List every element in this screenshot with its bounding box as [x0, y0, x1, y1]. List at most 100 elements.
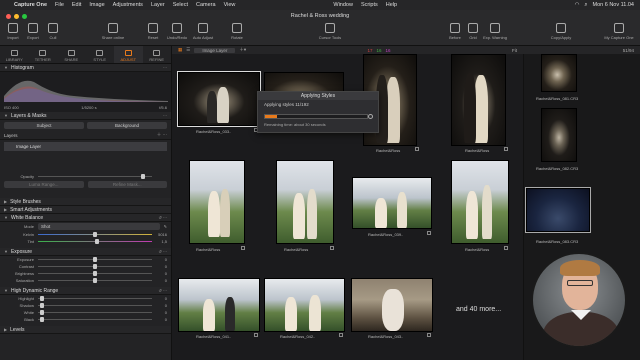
checkbox-041[interactable] [254, 333, 258, 337]
menu-camera[interactable]: Camera [196, 2, 216, 8]
thumbnail-040[interactable] [451, 160, 509, 244]
exposure-warning-button[interactable]: Exp. Warning [483, 23, 507, 40]
smart-adjustments-header[interactable]: ▶ Smart Adjustments [0, 206, 171, 214]
tag-count-red[interactable]: 17 [368, 48, 373, 53]
thumbnail-037[interactable] [189, 160, 245, 244]
menu-image[interactable]: Image [89, 2, 104, 8]
white-slider[interactable]: White 0 [0, 309, 171, 316]
shadow-slider[interactable]: Shadow 0 [0, 302, 171, 309]
menu-select[interactable]: Select [173, 2, 188, 8]
kelvin-slider[interactable]: Kelvin 5016 [0, 231, 171, 238]
checkbox-036[interactable] [504, 147, 508, 151]
refine-mask-button[interactable]: Refine Mask... [87, 181, 167, 188]
checkbox-035[interactable] [415, 147, 419, 151]
checkbox-040[interactable] [504, 246, 508, 250]
viewer-thumb-082[interactable] [541, 108, 577, 162]
exposure-header[interactable]: ▼ Exposure ↺ ⋯ [0, 248, 171, 256]
viewer-thumb-083[interactable] [525, 187, 591, 233]
highlight-slider[interactable]: Highlight 0 [0, 295, 171, 302]
white-balance-header[interactable]: ▼ White Balance ↺ ⋯ [0, 214, 171, 222]
viewer-thumb-081[interactable] [541, 54, 577, 92]
checkbox-037[interactable] [241, 246, 245, 250]
tag-count-green[interactable]: 16 [377, 48, 382, 53]
tag-count-purple[interactable]: 16 [386, 48, 391, 53]
tab-adjust[interactable]: ADJUST [114, 46, 143, 63]
thumbnail-043[interactable] [351, 278, 433, 332]
search-icon[interactable]: ⌕ [584, 2, 587, 9]
kelvin-knob[interactable] [92, 232, 97, 237]
tint-knob[interactable] [95, 239, 99, 244]
menu-help[interactable]: Help [386, 2, 397, 8]
menu-app-name[interactable]: Capture One [14, 2, 47, 8]
brightness-slider[interactable]: Brightness 0 [0, 270, 171, 277]
wb-tools[interactable]: ↺ ⋯ [159, 215, 171, 220]
menu-edit[interactable]: Edit [72, 2, 81, 8]
image-layer-item[interactable]: Image Layer [4, 142, 167, 151]
subject-mask-button[interactable]: Subject [4, 122, 84, 129]
checkbox-042[interactable] [339, 333, 343, 337]
thumbnail-042[interactable] [264, 278, 345, 332]
exposure-tools[interactable]: ↺ ⋯ [159, 249, 171, 254]
layers-icon[interactable]: ☰ [186, 47, 190, 53]
eyedropper-icon[interactable]: ✎ [164, 224, 167, 229]
checkbox-043[interactable] [427, 333, 431, 337]
histogram-tools[interactable]: ⋯ [163, 65, 171, 70]
thumbnail-041[interactable] [178, 278, 260, 332]
layers-tools[interactable]: ⋯ [163, 113, 171, 118]
reset-button[interactable]: Reset [142, 23, 164, 40]
import-button[interactable]: Import [2, 23, 24, 40]
tint-slider[interactable]: Tint 1,5 [0, 238, 171, 245]
opacity-knob[interactable] [140, 174, 145, 179]
tab-library[interactable]: LIBRARY [0, 46, 29, 63]
my-capture-one-button[interactable]: My Capture One [604, 23, 634, 40]
wb-mode-row: Mode Shot ✎ [23, 223, 167, 230]
levels-header[interactable]: ▶ Levels [0, 326, 171, 334]
layer-tools-icon[interactable]: ＋ ⋯ [157, 132, 167, 138]
grid-button[interactable]: Grid [462, 23, 484, 40]
export-button[interactable]: Export [22, 23, 44, 40]
menu-scripts[interactable]: Scripts [361, 2, 378, 8]
luma-range-button[interactable]: Luma Range... [4, 181, 84, 188]
thumbnail-038[interactable] [276, 160, 334, 244]
wb-mode-select[interactable]: Shot [38, 223, 160, 230]
share-online-button[interactable]: Share online [102, 23, 124, 40]
tab-refine[interactable]: REFINE [143, 46, 172, 63]
undo-redo-button[interactable]: Undo/Redo [166, 23, 188, 40]
thumbnail-039[interactable] [352, 177, 432, 229]
cancel-icon[interactable] [368, 114, 373, 119]
menu-adjustments[interactable]: Adjustments [113, 2, 143, 8]
contrast-slider[interactable]: Contrast 0 [0, 263, 171, 270]
rotate-button[interactable]: Rotate [226, 23, 248, 40]
checkbox-038[interactable] [330, 246, 334, 250]
hdr-tools[interactable]: ↺ ⋯ [159, 288, 171, 293]
thumbnail-033[interactable] [177, 71, 261, 127]
opacity-slider[interactable]: Opacity [0, 173, 171, 180]
menu-view[interactable]: View [224, 2, 236, 8]
thumbnail-036[interactable] [451, 54, 506, 146]
background-mask-button[interactable]: Background [87, 122, 167, 129]
black-slider[interactable]: Black 0 [0, 316, 171, 323]
exposure-slider[interactable]: Exposure 0 [0, 256, 171, 263]
menu-window[interactable]: Window [333, 2, 353, 8]
hdr-header[interactable]: ▼ High Dynamic Range ↺ ⋯ [0, 287, 171, 295]
cursor-tools[interactable]: Cursor Tools [315, 23, 345, 40]
auto-adjust-button[interactable]: Auto Adjust [192, 23, 214, 40]
cull-button[interactable]: Cull [42, 23, 64, 40]
histogram-header[interactable]: ▼ Histogram ⋯ [0, 64, 171, 72]
checkbox-039[interactable] [427, 231, 431, 235]
zoom-fit[interactable]: Fit [512, 48, 523, 53]
style-brushes-header[interactable]: ▶ Style Brushes [0, 198, 171, 206]
layers-header[interactable]: ▼ Layers & Masks ⋯ [0, 112, 171, 120]
grid-view-icon[interactable]: ▦ [178, 47, 182, 53]
tab-tether[interactable]: TETHER [29, 46, 58, 63]
layer-select[interactable]: Image Layer [194, 47, 236, 53]
add-icon[interactable]: ＋▾ [239, 47, 246, 53]
menu-clock[interactable]: Mon 6 Nov 11.04 [593, 2, 634, 8]
wifi-icon[interactable]: ◠ [575, 2, 580, 8]
saturation-slider[interactable]: Saturation 0 [0, 277, 171, 284]
tab-share[interactable]: SHARE [57, 46, 86, 63]
tab-style[interactable]: STYLE [86, 46, 115, 63]
menu-layer[interactable]: Layer [151, 2, 165, 8]
copy-apply-button[interactable]: Copy/Apply [550, 23, 572, 40]
menu-file[interactable]: File [55, 2, 64, 8]
